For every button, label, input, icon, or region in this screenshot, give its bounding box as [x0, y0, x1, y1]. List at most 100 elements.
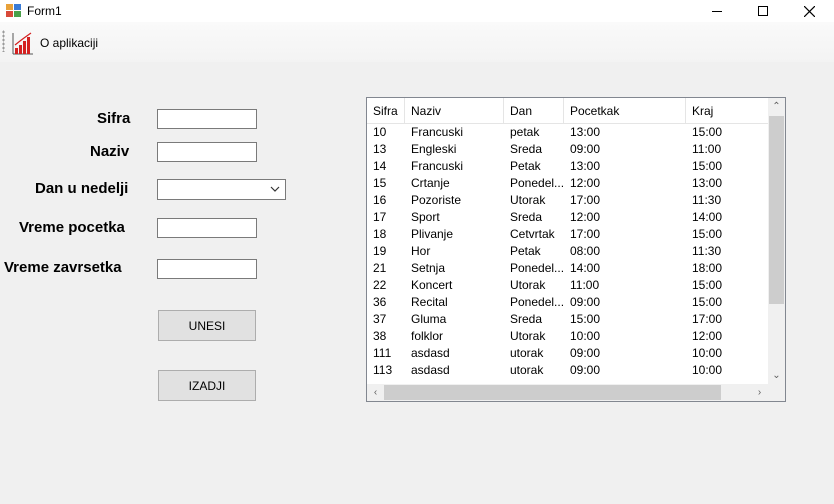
table-cell[interactable]: 12:00 [686, 328, 768, 345]
table-cell[interactable]: Gluma [405, 311, 504, 328]
table-cell[interactable]: Hor [405, 243, 504, 260]
column-header-kraj[interactable]: Kraj [686, 98, 768, 124]
table-cell[interactable]: 13:00 [564, 124, 686, 141]
table-cell[interactable]: 10:00 [564, 328, 686, 345]
table-cell[interactable]: Francuski [405, 124, 504, 141]
menu-item-o-aplikaciji[interactable]: O aplikaciji [12, 30, 98, 56]
table-cell[interactable]: 12:00 [564, 209, 686, 226]
table-cell[interactable]: Sreda [504, 209, 564, 226]
minimize-button[interactable] [694, 0, 740, 22]
table-row[interactable]: 14 Francuski Petak 13:00 15:00 [367, 158, 768, 175]
table-cell[interactable]: 17 [367, 209, 405, 226]
pocetak-input[interactable] [157, 218, 257, 238]
table-cell[interactable]: 37 [367, 311, 405, 328]
scroll-left-icon[interactable]: ‹ [367, 384, 384, 401]
table-cell[interactable]: Engleski [405, 141, 504, 158]
table-cell[interactable]: Sport [405, 209, 504, 226]
table-cell[interactable]: 09:00 [564, 345, 686, 362]
table-cell[interactable]: Sreda [504, 141, 564, 158]
table-cell[interactable]: utorak [504, 362, 564, 376]
table-cell[interactable]: 111 [367, 345, 405, 362]
vertical-scrollbar[interactable]: ⌃ ⌄ [768, 98, 785, 384]
table-cell[interactable]: 18:00 [686, 260, 768, 277]
table-cell[interactable]: 15:00 [686, 158, 768, 175]
table-row[interactable]: 37 Gluma Sreda 15:00 17:00 [367, 311, 768, 328]
table-cell[interactable]: 15:00 [564, 311, 686, 328]
column-header-naziv[interactable]: Naziv [405, 98, 504, 124]
table-cell[interactable]: 13:00 [686, 175, 768, 192]
table-row[interactable]: 111 asdasd utorak 09:00 10:00 [367, 345, 768, 362]
table-cell[interactable]: asdasd [405, 345, 504, 362]
table-cell[interactable]: 09:00 [564, 294, 686, 311]
table-cell[interactable]: Cetvrtak [504, 226, 564, 243]
table-cell[interactable]: Setnja [405, 260, 504, 277]
table-cell[interactable]: 11:30 [686, 192, 768, 209]
table-cell[interactable]: Utorak [504, 328, 564, 345]
table-cell[interactable]: 15:00 [686, 226, 768, 243]
table-cell[interactable]: 10:00 [686, 362, 768, 376]
table-cell[interactable]: 15:00 [686, 277, 768, 294]
table-cell[interactable]: 12:00 [564, 175, 686, 192]
table-cell[interactable]: asdasd [405, 362, 504, 376]
horizontal-scrollbar[interactable]: ‹ › [367, 384, 785, 401]
table-cell[interactable]: 09:00 [564, 141, 686, 158]
zavrsetak-input[interactable] [157, 259, 257, 279]
table-cell[interactable]: Utorak [504, 192, 564, 209]
table-cell[interactable]: Recital [405, 294, 504, 311]
table-row[interactable]: 38 folklor Utorak 10:00 12:00 [367, 328, 768, 345]
horizontal-scroll-thumb[interactable] [384, 385, 721, 400]
table-cell[interactable]: Pozoriste [405, 192, 504, 209]
table-cell[interactable]: 10:00 [686, 345, 768, 362]
table-row[interactable]: 113 asdasd utorak 09:00 10:00 [367, 362, 768, 376]
scroll-down-icon[interactable]: ⌄ [768, 367, 785, 384]
table-cell[interactable]: Utorak [504, 277, 564, 294]
table-cell[interactable]: 16 [367, 192, 405, 209]
table-cell[interactable]: 08:00 [564, 243, 686, 260]
table-row[interactable]: 15 Crtanje Ponedel... 12:00 13:00 [367, 175, 768, 192]
dan-select[interactable] [157, 179, 286, 200]
table-row[interactable]: 17 Sport Sreda 12:00 14:00 [367, 209, 768, 226]
vertical-scroll-thumb[interactable] [769, 116, 784, 304]
table-cell[interactable]: 15:00 [686, 124, 768, 141]
column-header-pocetak[interactable]: Pocetkak [564, 98, 686, 124]
table-cell[interactable]: Plivanje [405, 226, 504, 243]
table-cell[interactable]: 36 [367, 294, 405, 311]
table-cell[interactable]: Crtanje [405, 175, 504, 192]
scroll-up-icon[interactable]: ⌃ [768, 98, 785, 115]
table-cell[interactable]: 10 [367, 124, 405, 141]
table-cell[interactable]: 21 [367, 260, 405, 277]
table-cell[interactable]: 15 [367, 175, 405, 192]
table-cell[interactable]: Petak [504, 158, 564, 175]
table-cell[interactable]: Koncert [405, 277, 504, 294]
table-cell[interactable]: 13:00 [564, 158, 686, 175]
data-grid[interactable]: Sifra Naziv Dan Pocetkak Kraj 10 Francusk… [366, 97, 786, 402]
table-cell[interactable]: folklor [405, 328, 504, 345]
table-row[interactable]: 10 Francuski petak 13:00 15:00 [367, 124, 768, 141]
maximize-button[interactable] [740, 0, 786, 22]
table-cell[interactable]: 14:00 [564, 260, 686, 277]
table-cell[interactable]: 17:00 [564, 192, 686, 209]
table-row[interactable]: 19 Hor Petak 08:00 11:30 [367, 243, 768, 260]
table-cell[interactable]: 09:00 [564, 362, 686, 376]
table-cell[interactable]: 38 [367, 328, 405, 345]
table-cell[interactable]: 17:00 [564, 226, 686, 243]
close-button[interactable] [786, 0, 832, 22]
table-cell[interactable]: Francuski [405, 158, 504, 175]
table-row[interactable]: 18 Plivanje Cetvrtak 17:00 15:00 [367, 226, 768, 243]
table-cell[interactable]: 18 [367, 226, 405, 243]
table-row[interactable]: 13 Engleski Sreda 09:00 11:00 [367, 141, 768, 158]
table-row[interactable]: 16 Pozoriste Utorak 17:00 11:30 [367, 192, 768, 209]
table-cell[interactable]: utorak [504, 345, 564, 362]
table-cell[interactable]: Ponedel... [504, 260, 564, 277]
table-cell[interactable]: 11:00 [564, 277, 686, 294]
table-cell[interactable]: 15:00 [686, 294, 768, 311]
table-cell[interactable]: 22 [367, 277, 405, 294]
table-cell[interactable]: 11:00 [686, 141, 768, 158]
table-cell[interactable]: 13 [367, 141, 405, 158]
table-cell[interactable]: Ponedel... [504, 294, 564, 311]
table-cell[interactable]: Petak [504, 243, 564, 260]
column-header-dan[interactable]: Dan [504, 98, 564, 124]
scroll-right-icon[interactable]: › [751, 384, 768, 401]
table-cell[interactable]: 14:00 [686, 209, 768, 226]
sifra-input[interactable] [157, 109, 257, 129]
